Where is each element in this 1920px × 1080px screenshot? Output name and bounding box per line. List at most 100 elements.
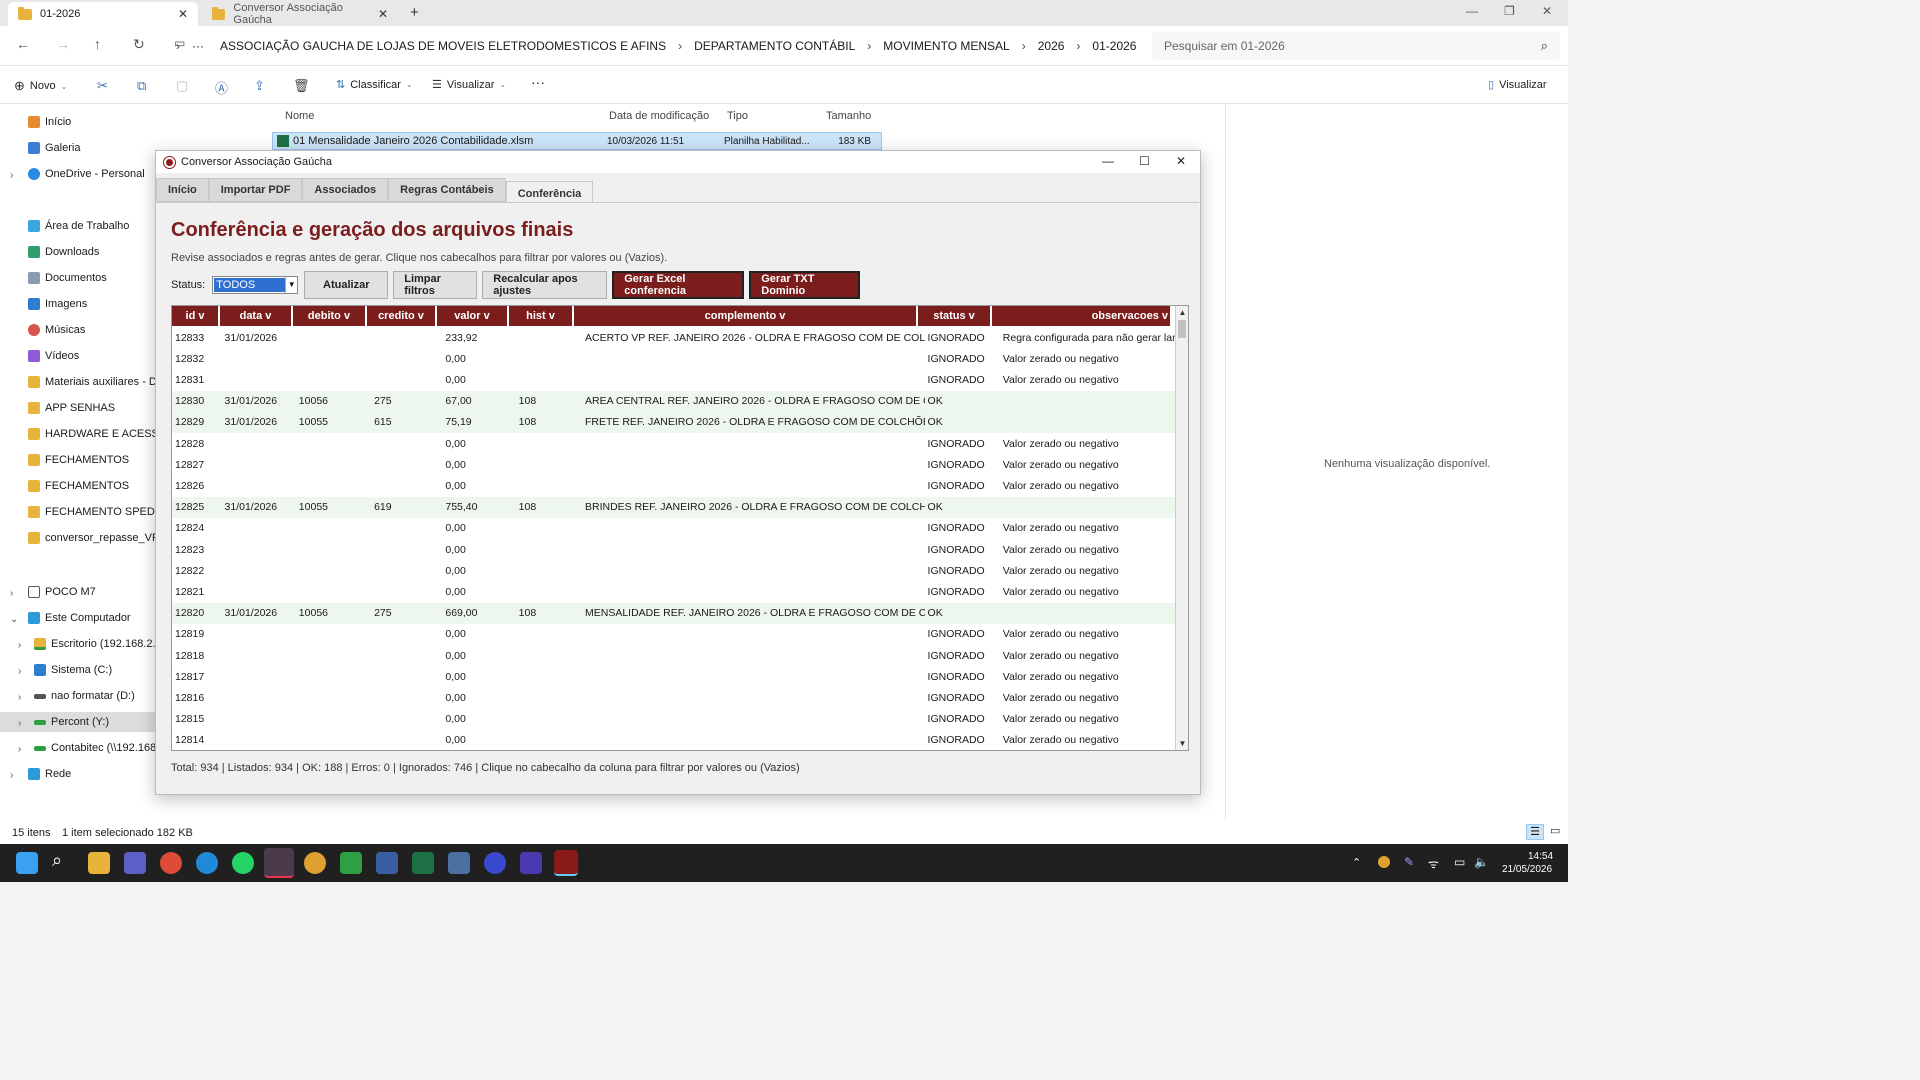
column-header-name[interactable]: Nome	[285, 110, 314, 122]
whatsapp-icon[interactable]	[232, 852, 254, 874]
column-header[interactable]: debito v	[293, 306, 367, 326]
table-row[interactable]: 12820 31/01/2026 10056 275 669,00 108 MENSALID…	[172, 602, 1176, 624]
tray-chrome-icon[interactable]	[1378, 856, 1390, 868]
more-options-icon[interactable]: ···	[531, 74, 545, 90]
column-header[interactable]: complemento v	[574, 306, 918, 326]
table-row[interactable]: 12830 31/01/2026 10056 275 67,00 108 AREA CENT…	[172, 390, 1176, 412]
sidebar-item-folder[interactable]: FECHAMENTOS	[28, 476, 158, 496]
tab-inicio[interactable]: Início	[156, 178, 209, 202]
preview-pane-button[interactable]: ▯ Visualizar	[1488, 78, 1547, 92]
table-row[interactable]: 12827 0,00 IGNORADO Valor zerado ou negativ…	[172, 454, 1176, 475]
table-row[interactable]: 12818 0,00 IGNORADO Valor zerado ou negativ…	[172, 645, 1176, 666]
sidebar-item-drive-y[interactable]: Percont (Y:)	[0, 712, 155, 732]
sidebar-item-phone[interactable]: POCO M7	[28, 582, 158, 602]
chevron-right-icon[interactable]: ›	[18, 692, 21, 703]
sidebar-item-inicio[interactable]: Início	[28, 112, 158, 132]
teams-icon[interactable]	[124, 852, 146, 874]
table-row[interactable]: 12821 0,00 IGNORADO Valor zerado ou negativ…	[172, 581, 1176, 602]
sidebar-item-folder[interactable]: conversor_repasse_VP_Assoc	[28, 528, 158, 548]
delete-icon[interactable]: 🗑	[293, 78, 310, 94]
windows-start-icon[interactable]	[16, 852, 38, 874]
clock-time[interactable]: 14:54	[1528, 851, 1553, 862]
chevron-right-icon[interactable]: ›	[10, 170, 13, 181]
maximize-icon[interactable]: ☐	[1139, 154, 1150, 168]
explorer-tab-01-2026[interactable]: 01-2026 ✕	[8, 2, 198, 26]
table-row[interactable]: 12833 31/01/2026 233,92 ACERTO VP REF. JANE…	[172, 327, 1176, 348]
chevron-right-icon[interactable]: ›	[18, 640, 21, 651]
chevron-up-icon[interactable]: ⌃	[1352, 856, 1361, 869]
column-header-size[interactable]: Tamanho	[826, 110, 871, 122]
table-row[interactable]: 12815 0,00 IGNORADO Valor zerado ou negativ…	[172, 709, 1176, 730]
sidebar-item-videos[interactable]: Vídeos	[28, 346, 158, 366]
sidebar-item-this-pc[interactable]: Este Computador	[28, 608, 158, 628]
scroll-down-icon[interactable]: ▼	[1176, 737, 1188, 750]
column-header[interactable]: valor v	[437, 306, 509, 326]
tab-importar-pdf[interactable]: Importar PDF	[208, 178, 303, 202]
forward-icon[interactable]: →	[56, 36, 70, 52]
maximize-icon[interactable]: ❐	[1504, 4, 1515, 18]
sidebar-item-network-drive[interactable]: Escritorio (192.168.2.3)	[34, 634, 164, 654]
minimize-icon[interactable]: —	[1102, 154, 1114, 168]
sidebar-item-folder[interactable]: FECHAMENTOS	[28, 450, 158, 470]
tab-associados[interactable]: Associados	[302, 178, 389, 202]
network-icon[interactable]: ᯤ	[1428, 855, 1439, 872]
copy-icon[interactable]: ⧉	[137, 78, 146, 94]
atualizar-button[interactable]: Atualizar	[304, 271, 389, 299]
details-view-icon[interactable]: ☰	[1526, 824, 1544, 840]
recalcular-button[interactable]: Recalcular apos ajustes	[482, 271, 608, 299]
sidebar-item-music[interactable]: Músicas	[28, 320, 158, 340]
column-header[interactable]: data v	[220, 306, 293, 326]
column-header[interactable]: credito v	[367, 306, 437, 326]
sidebar-item-desktop[interactable]: Área de Trabalho	[28, 216, 158, 236]
search-input[interactable]: Pesquisar em 01-2026 ⌕	[1152, 32, 1560, 60]
table-row[interactable]: 12829 31/01/2026 10055 615 75,19 108 FRETE REF…	[172, 411, 1176, 433]
spreadsheet-icon[interactable]	[340, 852, 362, 874]
chevron-right-icon[interactable]: ›	[10, 588, 13, 599]
scroll-thumb[interactable]	[1178, 320, 1186, 338]
tab-regras-contabeis[interactable]: Regras Contábeis	[388, 178, 506, 202]
chevron-right-icon[interactable]: ›	[10, 770, 13, 781]
edge-icon[interactable]	[196, 852, 218, 874]
table-row[interactable]: 12825 31/01/2026 10055 619 755,40 108 BRINDES …	[172, 496, 1176, 518]
sidebar-item-network[interactable]: Rede	[28, 764, 158, 784]
limpar-filtros-button[interactable]: Limpar filtros	[393, 271, 478, 299]
sidebar-item-folder[interactable]: APP SENHAS	[28, 398, 158, 418]
app-icon[interactable]	[484, 852, 506, 874]
app-icon[interactable]	[376, 852, 398, 874]
back-icon[interactable]: ←	[16, 36, 30, 52]
up-icon[interactable]: ↑	[94, 36, 101, 52]
chevron-down-icon[interactable]: ▼	[285, 277, 297, 293]
paste-icon[interactable]: ▢	[176, 78, 188, 94]
search-icon[interactable]: ⌕	[52, 850, 74, 872]
app-icon[interactable]	[520, 852, 542, 874]
gerar-excel-button[interactable]: Gerar Excel conferencia	[612, 271, 745, 299]
sidebar-item-images[interactable]: Imagens	[28, 294, 158, 314]
table-row[interactable]: 12826 0,00 IGNORADO Valor zerado ou negativ…	[172, 475, 1176, 496]
gerar-txt-button[interactable]: Gerar TXT Dominio	[749, 271, 861, 299]
chevron-right-icon[interactable]: ›	[18, 718, 21, 729]
tiles-view-icon[interactable]: ▭	[1550, 824, 1560, 837]
sidebar-item-galeria[interactable]: Galeria	[28, 138, 158, 158]
view-button[interactable]: ☰ Visualizar ⌄	[432, 78, 506, 92]
table-row[interactable]: 12831 0,00 IGNORADO Valor zerado ou negativ…	[172, 369, 1176, 390]
column-header-type[interactable]: Tipo	[727, 110, 748, 122]
active-app-icon[interactable]	[264, 848, 294, 878]
file-explorer-icon[interactable]	[88, 852, 110, 874]
app-icon[interactable]	[448, 852, 470, 874]
table-row[interactable]: 12814 0,00 IGNORADO Valor zerado ou negativ…	[172, 730, 1176, 750]
sidebar-item-downloads[interactable]: Downloads	[28, 242, 158, 262]
column-header[interactable]: id v	[172, 306, 220, 326]
table-row[interactable]: 12824 0,00 IGNORADO Valor zerado ou negativ…	[172, 518, 1176, 539]
conversor-app-icon[interactable]	[554, 850, 578, 876]
more-icon[interactable]: ···	[184, 39, 212, 53]
sidebar-item-drive-c[interactable]: Sistema (C:)	[34, 660, 164, 680]
close-tab-icon[interactable]: ✕	[378, 7, 388, 21]
minimize-icon[interactable]: —	[1466, 4, 1478, 18]
clock-date[interactable]: 21/05/2026	[1502, 864, 1552, 875]
chevron-down-icon[interactable]: ⌄	[10, 614, 18, 625]
sidebar-item-folder[interactable]: FECHAMENTO SPED ICMS	[28, 502, 158, 522]
table-row[interactable]: 12816 0,00 IGNORADO Valor zerado ou negativ…	[172, 687, 1176, 708]
column-header[interactable]: observacoes v	[992, 306, 1170, 326]
excel-icon[interactable]	[412, 852, 434, 874]
chevron-right-icon[interactable]: ›	[18, 666, 21, 677]
